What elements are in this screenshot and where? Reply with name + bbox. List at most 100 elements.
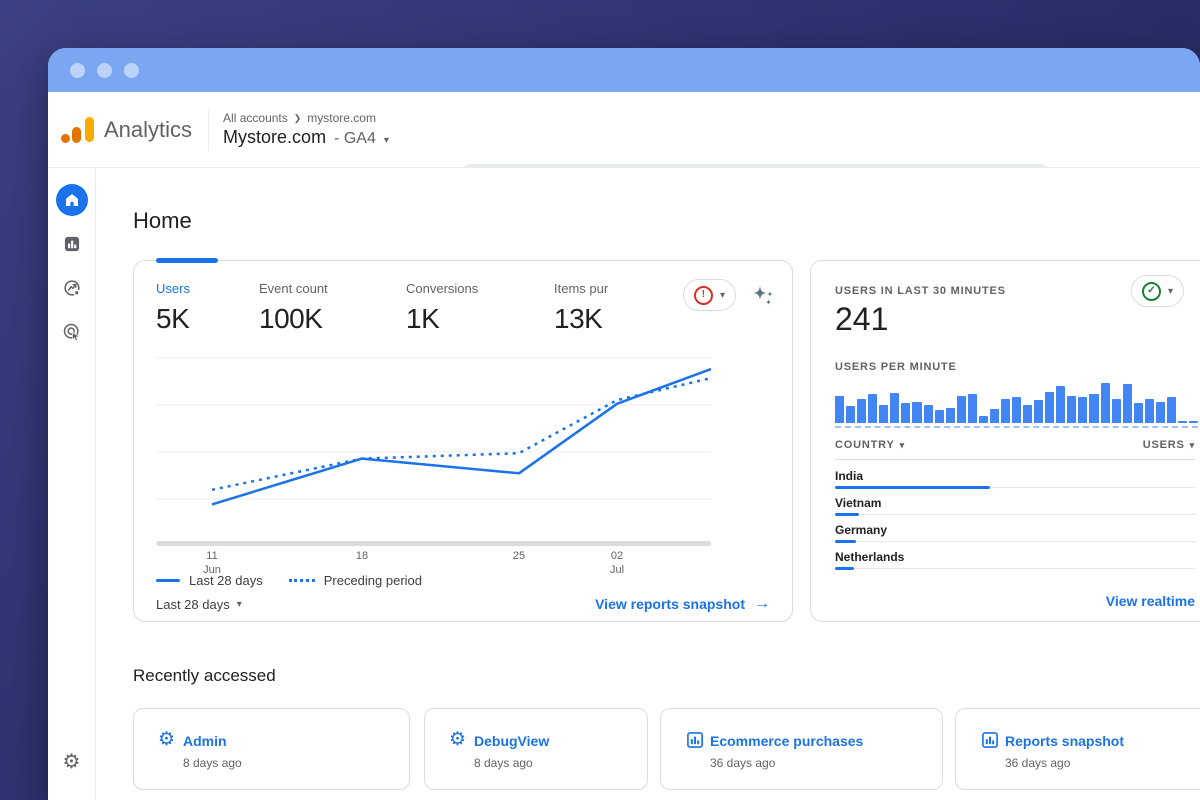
window-control-dot[interactable] <box>70 63 85 78</box>
metric-tab-items-purchased[interactable]: Items pur 13K <box>554 281 683 335</box>
metric-label: Event count <box>259 281 406 296</box>
window-control-dot[interactable] <box>124 63 139 78</box>
realtime-bar <box>846 406 855 423</box>
recent-card-reports-snapshot[interactable]: Reports snapshot 36 days ago <box>955 708 1200 790</box>
line-chart-canvas <box>156 346 711 546</box>
realtime-country-table: India Vietnam Germany Netherlands <box>835 461 1195 569</box>
metric-value: 100K <box>259 303 406 335</box>
metric-tab-event-count[interactable]: Event count 100K <box>259 281 406 335</box>
check-circle-icon: ✓ <box>1142 282 1161 301</box>
view-reports-snapshot-link[interactable]: View reports snapshot → <box>595 595 770 613</box>
app-header: Analytics All accounts ❯ mystore.com Mys… <box>48 92 1200 168</box>
date-range-selector[interactable]: Last 28 days ▾ <box>156 597 242 612</box>
realtime-bar <box>935 410 944 423</box>
realtime-bar <box>879 405 888 423</box>
recent-card-time: 36 days ago <box>1005 756 1070 770</box>
nav-explore-button[interactable] <box>56 272 88 304</box>
metric-label: Items pur <box>554 281 683 296</box>
analytics-logo-text[interactable]: Analytics <box>104 117 192 143</box>
realtime-bar <box>968 394 977 423</box>
preceding-period-line <box>212 378 711 490</box>
realtime-bar <box>912 402 921 423</box>
realtime-status-button[interactable]: ✓ ▾ <box>1131 275 1184 307</box>
realtime-bar <box>1101 383 1110 423</box>
nav-advertising-button[interactable] <box>56 316 88 348</box>
gear-icon: ⚙ <box>63 752 81 772</box>
realtime-bar-chart[interactable] <box>835 379 1198 423</box>
chevron-down-icon: ▾ <box>384 135 389 146</box>
realtime-bar <box>1078 397 1087 423</box>
arrow-right-icon: → <box>754 595 770 613</box>
view-realtime-link[interactable]: View realtime <box>1106 593 1195 609</box>
table-row[interactable]: Vietnam <box>835 488 1195 515</box>
left-nav: ⚙ <box>48 168 96 800</box>
realtime-bar <box>1145 399 1154 423</box>
table-row[interactable]: Germany <box>835 515 1195 542</box>
gear-icon: ⚙ <box>449 729 466 750</box>
users-column-header[interactable]: USERS ▾ <box>1143 439 1195 451</box>
recent-card-label: Ecommerce purchases <box>710 733 863 749</box>
advertising-icon <box>62 322 82 342</box>
last-28-days-line <box>212 369 711 504</box>
recent-card-debugview[interactable]: ⚙ DebugView 8 days ago <box>424 708 648 790</box>
users-line-chart[interactable]: 11Jun 18 25 02Jul <box>156 346 711 581</box>
realtime-bar <box>1012 397 1021 423</box>
country-name: Netherlands <box>835 550 1195 564</box>
country-name: Vietnam <box>835 496 1195 510</box>
chevron-down-icon: ▾ <box>720 290 725 301</box>
realtime-bar <box>979 416 988 423</box>
realtime-bar <box>857 399 866 423</box>
nav-home-button[interactable] <box>56 184 88 216</box>
breadcrumb-account[interactable]: mystore.com <box>307 111 376 125</box>
realtime-bar <box>1189 421 1198 423</box>
nav-settings-button[interactable]: ⚙ <box>56 746 88 778</box>
legend-item: Last 28 days <box>156 573 263 588</box>
realtime-bar <box>946 408 955 423</box>
data-quality-button[interactable]: ! ▾ <box>683 279 736 311</box>
legend-label: Last 28 days <box>189 573 263 588</box>
sort-caret-icon: ▾ <box>900 440 905 451</box>
metric-tab-conversions[interactable]: Conversions 1K <box>406 281 554 335</box>
error-icon: ! <box>694 286 713 305</box>
realtime-bar <box>1156 402 1165 423</box>
insights-button[interactable] <box>750 283 776 316</box>
realtime-bar <box>924 405 933 423</box>
metric-tabs: Users 5K Event count 100K Conversions 1K… <box>134 261 792 335</box>
metric-label: Conversions <box>406 281 554 296</box>
header-divider <box>208 109 209 151</box>
realtime-bar <box>1001 399 1010 423</box>
x-tick: 18 <box>356 549 368 563</box>
chart-legend: Last 28 days Preceding period <box>156 573 422 588</box>
chevron-right-icon: ❯ <box>294 113 302 124</box>
realtime-bar <box>835 396 844 423</box>
realtime-bar <box>1056 386 1065 423</box>
breadcrumb: All accounts ❯ mystore.com <box>223 111 389 125</box>
recent-card-ecommerce-purchases[interactable]: Ecommerce purchases 36 days ago <box>660 708 943 790</box>
analytics-logo-icon[interactable] <box>60 114 96 146</box>
sparkle-icon <box>750 283 776 311</box>
realtime-bar <box>1134 403 1143 423</box>
recent-card-label: Admin <box>183 733 227 749</box>
realtime-bar <box>1112 399 1121 423</box>
recent-card-admin[interactable]: ⚙ Admin 8 days ago <box>133 708 410 790</box>
country-column-header[interactable]: COUNTRY ▾ <box>835 439 905 451</box>
nav-reports-button[interactable] <box>56 228 88 260</box>
legend-label: Preceding period <box>324 573 422 588</box>
sort-caret-icon: ▾ <box>1190 440 1195 451</box>
realtime-bar <box>1045 392 1054 423</box>
metric-tab-users[interactable]: Users 5K <box>156 281 259 335</box>
reports-icon <box>62 234 82 254</box>
realtime-bar-axis <box>835 426 1198 428</box>
breadcrumb-root[interactable]: All accounts <box>223 111 288 125</box>
browser-titlebar <box>48 48 1200 92</box>
realtime-bar <box>901 403 910 423</box>
property-name: Mystore.com <box>223 127 326 148</box>
window-control-dot[interactable] <box>97 63 112 78</box>
chevron-down-icon: ▾ <box>1168 286 1173 297</box>
bar-chart-icon <box>980 730 1000 750</box>
recent-card-label: DebugView <box>474 733 549 749</box>
property-selector[interactable]: Mystore.com - GA4 ▾ <box>223 127 389 148</box>
table-row[interactable]: Netherlands <box>835 542 1195 569</box>
table-row[interactable]: India <box>835 461 1195 488</box>
legend-item: Preceding period <box>289 573 422 588</box>
